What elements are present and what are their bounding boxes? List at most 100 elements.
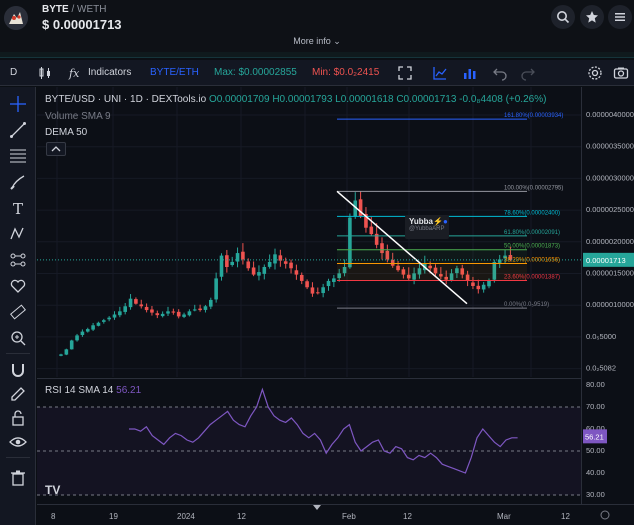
star-icon <box>586 11 598 23</box>
crosshair-icon[interactable] <box>9 95 27 113</box>
info-divider <box>0 52 634 58</box>
rsi-label: RSI 14 SMA 14 <box>45 385 114 396</box>
chart-type-icon[interactable] <box>432 65 448 81</box>
eye-icon[interactable] <box>9 433 27 451</box>
rsi-tick: 50.00 <box>586 446 605 455</box>
time-tick: Mar <box>497 512 511 521</box>
time-tick: 2024 <box>177 512 195 521</box>
time-cursor-marker <box>313 505 321 510</box>
rsi-pane[interactable]: RSI 14 SMA 14 56.21 TV <box>37 378 581 504</box>
watermark-badge: Yubba⚡● @YubbaARP <box>405 215 449 239</box>
token-logo <box>4 6 28 30</box>
lock-icon[interactable] <box>9 409 27 427</box>
undo-icon[interactable] <box>492 65 508 81</box>
candle-body <box>171 311 176 313</box>
fullscreen-icon[interactable] <box>397 65 413 81</box>
prediction-icon[interactable] <box>9 251 27 269</box>
rsi-tick: 70.00 <box>586 402 605 411</box>
search-button[interactable] <box>551 5 575 29</box>
indicators-button[interactable]: Indicators <box>88 67 131 78</box>
candle-body <box>214 278 218 300</box>
trash-icon[interactable] <box>9 469 27 487</box>
tools-divider <box>6 353 30 354</box>
rsi-legend: RSI 14 SMA 14 56.21 <box>45 385 141 396</box>
time-axis[interactable]: 8 19 2024 12 Feb 12 Mar 12 <box>37 504 634 525</box>
ruler-icon[interactable] <box>9 303 27 321</box>
trend-line <box>336 190 468 305</box>
collapse-legend-button[interactable] <box>46 142 66 156</box>
search-icon <box>557 11 570 24</box>
header-bar: BYTE / WETH $ 0.00001713 <box>0 0 634 36</box>
tools-divider <box>6 457 30 458</box>
candle-body <box>160 313 165 317</box>
zoom-in-icon[interactable] <box>9 329 27 347</box>
pair-compare-button[interactable]: BYTE/ETH <box>150 67 199 78</box>
candle-body <box>321 287 325 294</box>
fib-retracement-icon[interactable] <box>9 147 27 165</box>
candle-body <box>182 314 186 317</box>
fib-level-label: 100.00%(0.00002795) <box>504 185 563 191</box>
candle-body <box>166 311 170 314</box>
rsi-tick: 30.00 <box>586 490 605 499</box>
magnet-icon[interactable] <box>9 361 27 379</box>
text-tool-icon[interactable]: T <box>9 199 27 217</box>
candle-body <box>203 306 208 310</box>
price-tick: 0.0000035000 <box>586 142 634 151</box>
watermark-name: Yubba⚡● <box>409 217 448 226</box>
candle-body <box>75 335 79 341</box>
brush-icon[interactable] <box>9 173 27 191</box>
fib-level-label: 50.00%(0.00001873) <box>504 244 560 250</box>
favorite-button[interactable] <box>580 5 604 29</box>
price-tick: 0.0₂5082 <box>586 364 616 373</box>
volume-sma-label: Volume SMA 9 <box>45 111 111 122</box>
menu-button[interactable] <box>608 5 632 29</box>
time-tick: 12 <box>237 512 246 521</box>
price-tick: 0.0000030000 <box>586 173 634 182</box>
redo-icon[interactable] <box>520 65 536 81</box>
more-info-toggle[interactable]: More info ⌄ <box>0 36 634 52</box>
pencil-lock-icon[interactable] <box>9 385 27 403</box>
candle-body <box>144 306 149 311</box>
candlestick-plot: 161.80%(0.00003934) 100.00%(0.00002795) 78… <box>37 87 581 377</box>
candle-body <box>471 282 475 286</box>
pattern-icon[interactable] <box>9 225 27 243</box>
tradingview-logo: TV <box>45 483 61 497</box>
current-price-tag-label: 0.00001713 <box>586 256 626 265</box>
candle-body <box>219 255 224 277</box>
candle-body <box>294 270 299 275</box>
base-symbol: BYTE <box>42 4 69 15</box>
rsi-plot <box>37 387 581 496</box>
candle-body <box>332 278 336 283</box>
watermark-handle: @YubbaARP <box>409 226 445 232</box>
fib-band <box>337 263 527 281</box>
price-axis[interactable]: 0.0000040000 0.0000035000 0.0000030000 0.00… <box>581 87 634 504</box>
dema-label: DEMA 50 <box>45 127 88 138</box>
candle-body <box>96 322 101 326</box>
chart-legend: BYTE/USD · UNI · 1D · DEXTools.io O0.000… <box>45 94 546 105</box>
heart-icon[interactable] <box>9 277 27 295</box>
candle-body <box>305 281 309 288</box>
camera-icon[interactable] <box>613 65 629 81</box>
candle-body <box>134 299 138 304</box>
pair-name: BYTE / WETH <box>42 4 106 15</box>
settings-gear-icon[interactable] <box>587 65 603 81</box>
candles-icon[interactable] <box>37 65 53 81</box>
fx-indicators-icon[interactable]: fx <box>68 65 84 81</box>
hamburger-menu-icon <box>615 13 625 21</box>
price-chart[interactable]: 161.80%(0.00003934) 100.00%(0.00002795) 78… <box>37 87 581 377</box>
price-axis-labels: 0.0000040000 0.0000035000 0.0000030000 0.00… <box>583 110 634 499</box>
bar-stats-icon[interactable] <box>462 65 478 81</box>
trend-line-icon[interactable] <box>9 121 27 139</box>
more-info-label: More info <box>293 36 331 46</box>
candle-body <box>326 280 331 287</box>
candle-body <box>316 292 320 294</box>
current-price: $ 0.00001713 <box>42 17 122 32</box>
candle-body <box>251 267 256 275</box>
candle-body <box>139 304 144 307</box>
chevron-up-icon <box>51 146 61 152</box>
candle-body <box>59 354 63 356</box>
verified-icon: ● <box>442 217 448 226</box>
candle-body <box>85 329 90 332</box>
candle-body <box>283 261 288 264</box>
interval-selector[interactable]: D <box>10 67 17 78</box>
